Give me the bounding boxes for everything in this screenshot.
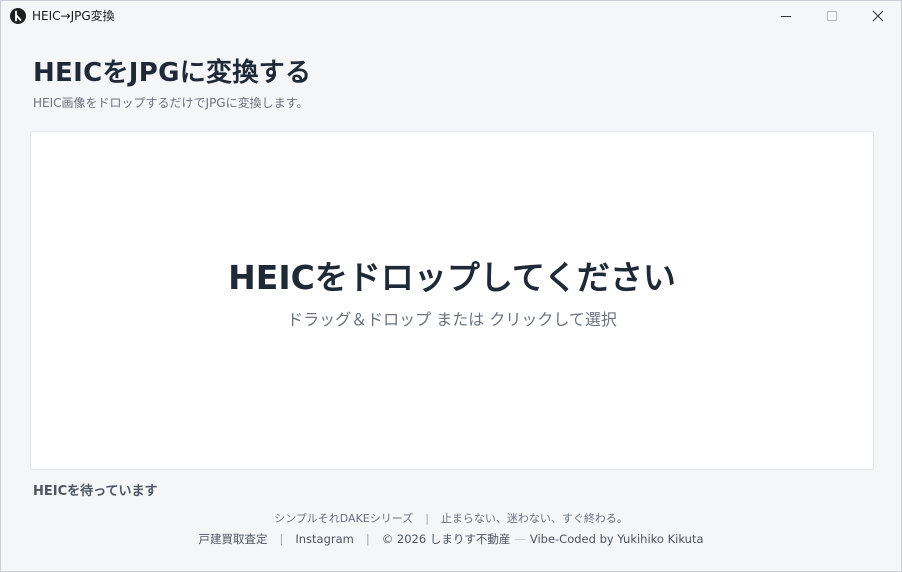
footer-separator: | (425, 512, 429, 525)
instagram-link[interactable]: Instagram (295, 532, 354, 546)
minimize-icon (781, 16, 791, 17)
series-tagline: 止まらない、迷わない、すぐ終わる。 (440, 512, 628, 525)
footer-separator: | (365, 532, 370, 546)
app-window: HEIC→JPG変換 HEICをJPGに変換する HEIC画像をドロップするだけ… (0, 0, 902, 572)
title-bar[interactable]: HEIC→JPG変換 (1, 1, 901, 32)
series-name: シンプルそれDAKEシリーズ (274, 512, 414, 525)
footer-series-line: シンプルそれDAKEシリーズ | 止まらない、迷わない、すぐ終わる。 (1, 512, 901, 526)
footer-links-line: 戸建買取査定 | Instagram | © 2026 しまりす不動産 — Vibe-Cod… (1, 532, 901, 547)
appraisal-link[interactable]: 戸建買取査定 (199, 532, 268, 546)
drop-zone-hint: ドラッグ＆ドロップ または クリックして選択 (287, 310, 617, 329)
copyright-text: © 2026 しまりす不動産 (381, 532, 511, 546)
window-title: HEIC→JPG変換 (32, 9, 115, 23)
maximize-icon (827, 11, 837, 21)
app-logo-icon (10, 8, 26, 24)
minimize-button[interactable] (763, 1, 809, 32)
maximize-button[interactable] (809, 1, 855, 32)
page-title: HEICをJPGに変換する (33, 58, 312, 88)
drop-zone[interactable]: HEICをドロップしてください ドラッグ＆ドロップ または クリックして選択 (30, 131, 874, 470)
page-subtitle: HEIC画像をドロップするだけでJPGに変換します。 (33, 96, 309, 110)
footer-dash: — (514, 532, 526, 546)
credit-text: Vibe-Coded by Yukihiko Kikuta (529, 532, 704, 546)
footer-separator: | (279, 532, 284, 546)
status-text: HEICを待っています (33, 484, 158, 499)
close-icon (872, 10, 884, 22)
close-button[interactable] (855, 1, 901, 32)
drop-zone-title: HEICをドロップしてください (228, 258, 676, 297)
